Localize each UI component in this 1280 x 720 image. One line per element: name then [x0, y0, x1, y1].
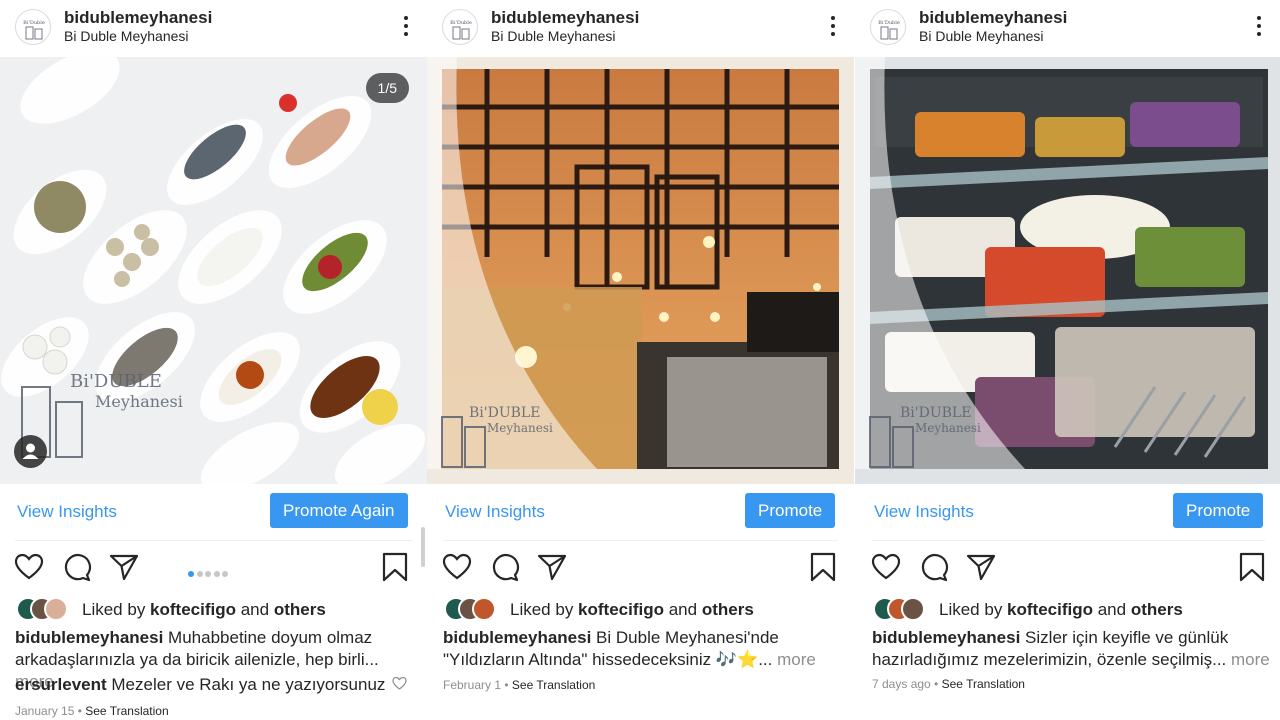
liked-by-others: others [701, 600, 754, 619]
promote-button[interactable]: Promote [1173, 493, 1264, 528]
restaurant-interior-image: Bi'DUBLE Meyhanesi [427, 57, 854, 484]
carousel-indicator [188, 564, 231, 582]
post-card: Bi'Duble bidublemeyhanesi Bi Duble Meyha… [855, 0, 1280, 720]
more-options-icon[interactable] [401, 14, 411, 38]
post-header: Bi'Duble bidublemeyhanesi Bi Duble Meyha… [0, 0, 427, 56]
avatar [472, 597, 496, 621]
promote-again-button[interactable]: Promote Again [270, 493, 408, 528]
save-bookmark-icon[interactable] [809, 552, 837, 587]
see-translation-link[interactable]: See Translation [512, 678, 595, 692]
avatar[interactable]: Bi'Duble [442, 9, 478, 45]
like-heart-icon[interactable] [442, 552, 472, 587]
post-date: January 15 [15, 704, 75, 718]
more-link[interactable]: more [772, 650, 816, 669]
liked-by-user: koftecifigo [150, 600, 236, 619]
caption-username[interactable]: bidublemeyhanesi [443, 628, 591, 647]
meze-plates-image: Bi'DUBLE Meyhanesi [0, 57, 427, 484]
like-heart-icon[interactable] [14, 552, 44, 587]
post-photo[interactable]: Bi'DUBLE Meyhanesi [855, 57, 1280, 484]
save-bookmark-icon[interactable] [1238, 552, 1266, 587]
share-send-icon[interactable] [537, 552, 567, 587]
avatar [901, 597, 925, 621]
caption-username[interactable]: bidublemeyhanesi [15, 628, 163, 647]
post-username[interactable]: bidublemeyhanesi [491, 8, 639, 28]
svg-text:Bi'DUBLE: Bi'DUBLE [900, 405, 971, 421]
scrollbar[interactable] [421, 527, 425, 567]
comment-icon[interactable] [490, 552, 520, 587]
liked-by-user: koftecifigo [578, 600, 664, 619]
post-card: Bi'Duble bidublemeyhanesi Bi Duble Meyha… [0, 0, 427, 720]
share-send-icon[interactable] [966, 552, 996, 587]
liked-by-others: others [273, 600, 326, 619]
post-location[interactable]: Bi Duble Meyhanesi [491, 28, 616, 44]
liked-by-user: koftecifigo [1007, 600, 1093, 619]
post-username[interactable]: bidublemeyhanesi [64, 8, 212, 28]
comment-icon[interactable] [62, 552, 92, 587]
promote-button[interactable]: Promote [745, 493, 836, 528]
comment-icon[interactable] [919, 552, 949, 587]
svg-text:Meyhanesi: Meyhanesi [915, 421, 981, 435]
post-meta: February 1 • See Translation [443, 678, 596, 692]
liked-by-text[interactable]: Liked by koftecifigo and others [939, 600, 1183, 620]
post-caption: bidublemeyhanesi Sizler için keyifle ve … [872, 628, 1270, 669]
post-date: 7 days ago [872, 677, 931, 691]
save-bookmark-icon[interactable] [381, 552, 409, 587]
see-translation-link[interactable]: See Translation [942, 677, 1025, 691]
svg-text:Bi'Duble: Bi'Duble [23, 20, 45, 26]
divider [443, 540, 838, 541]
post-meta: January 15 • See Translation [15, 704, 169, 718]
tagged-people-icon[interactable] [14, 435, 47, 468]
see-translation-link[interactable]: See Translation [85, 704, 168, 718]
more-link[interactable]: more [1226, 650, 1270, 669]
post-photo[interactable]: Bi'DUBLE Meyhanesi 1/5 [0, 57, 427, 484]
view-insights-link[interactable]: View Insights [17, 502, 117, 522]
post-location[interactable]: Bi Duble Meyhanesi [919, 28, 1044, 44]
share-send-icon[interactable] [109, 552, 139, 587]
like-heart-icon[interactable] [871, 552, 901, 587]
svg-text:Bi'DUBLE: Bi'DUBLE [70, 371, 162, 392]
divider [15, 540, 412, 541]
post-caption: bidublemeyhanesi Bi Duble Meyhanesi'nde … [443, 628, 816, 669]
post-meta: 7 days ago • See Translation [872, 677, 1025, 691]
liker-avatars[interactable] [16, 597, 70, 621]
svg-text:Bi'Duble: Bi'Duble [450, 20, 472, 26]
liker-avatars[interactable] [444, 597, 498, 621]
avatar[interactable]: Bi'Duble [15, 9, 51, 45]
more-options-icon[interactable] [1254, 14, 1264, 38]
post-header: Bi'Duble bidublemeyhanesi Bi Duble Meyha… [855, 0, 1280, 56]
divider [872, 540, 1265, 541]
post-card: Bi'Duble bidublemeyhanesi Bi Duble Meyha… [427, 0, 854, 720]
svg-text:Meyhanesi: Meyhanesi [487, 421, 553, 435]
view-insights-link[interactable]: View Insights [445, 502, 545, 522]
meze-display-fridge-image: Bi'DUBLE Meyhanesi [855, 57, 1280, 484]
svg-text:Bi'DUBLE: Bi'DUBLE [469, 405, 540, 421]
avatar [44, 597, 68, 621]
post-photo[interactable]: Bi'DUBLE Meyhanesi [427, 57, 854, 484]
liked-by-others: others [1130, 600, 1183, 619]
liked-by-text[interactable]: Liked by koftecifigo and others [82, 600, 326, 620]
liker-avatars[interactable] [873, 597, 927, 621]
svg-text:Meyhanesi: Meyhanesi [95, 392, 183, 411]
avatar[interactable]: Bi'Duble [870, 9, 906, 45]
more-options-icon[interactable] [828, 14, 838, 38]
post-location[interactable]: Bi Duble Meyhanesi [64, 28, 189, 44]
comment-username[interactable]: ersurlevent [15, 675, 107, 694]
post-date: February 1 [443, 678, 502, 692]
post-username[interactable]: bidublemeyhanesi [919, 8, 1067, 28]
liked-by-text[interactable]: Liked by koftecifigo and others [510, 600, 754, 620]
view-insights-link[interactable]: View Insights [874, 502, 974, 522]
post-header: Bi'Duble bidublemeyhanesi Bi Duble Meyha… [427, 0, 854, 56]
carousel-counter: 1/5 [365, 73, 409, 103]
caption-username[interactable]: bidublemeyhanesi [872, 628, 1020, 647]
svg-text:Bi'Duble: Bi'Duble [878, 20, 900, 26]
comment: ersurlevent Mezeler ve Rakı ya ne yazıyo… [15, 675, 386, 694]
comment-like-icon[interactable] [392, 676, 407, 696]
